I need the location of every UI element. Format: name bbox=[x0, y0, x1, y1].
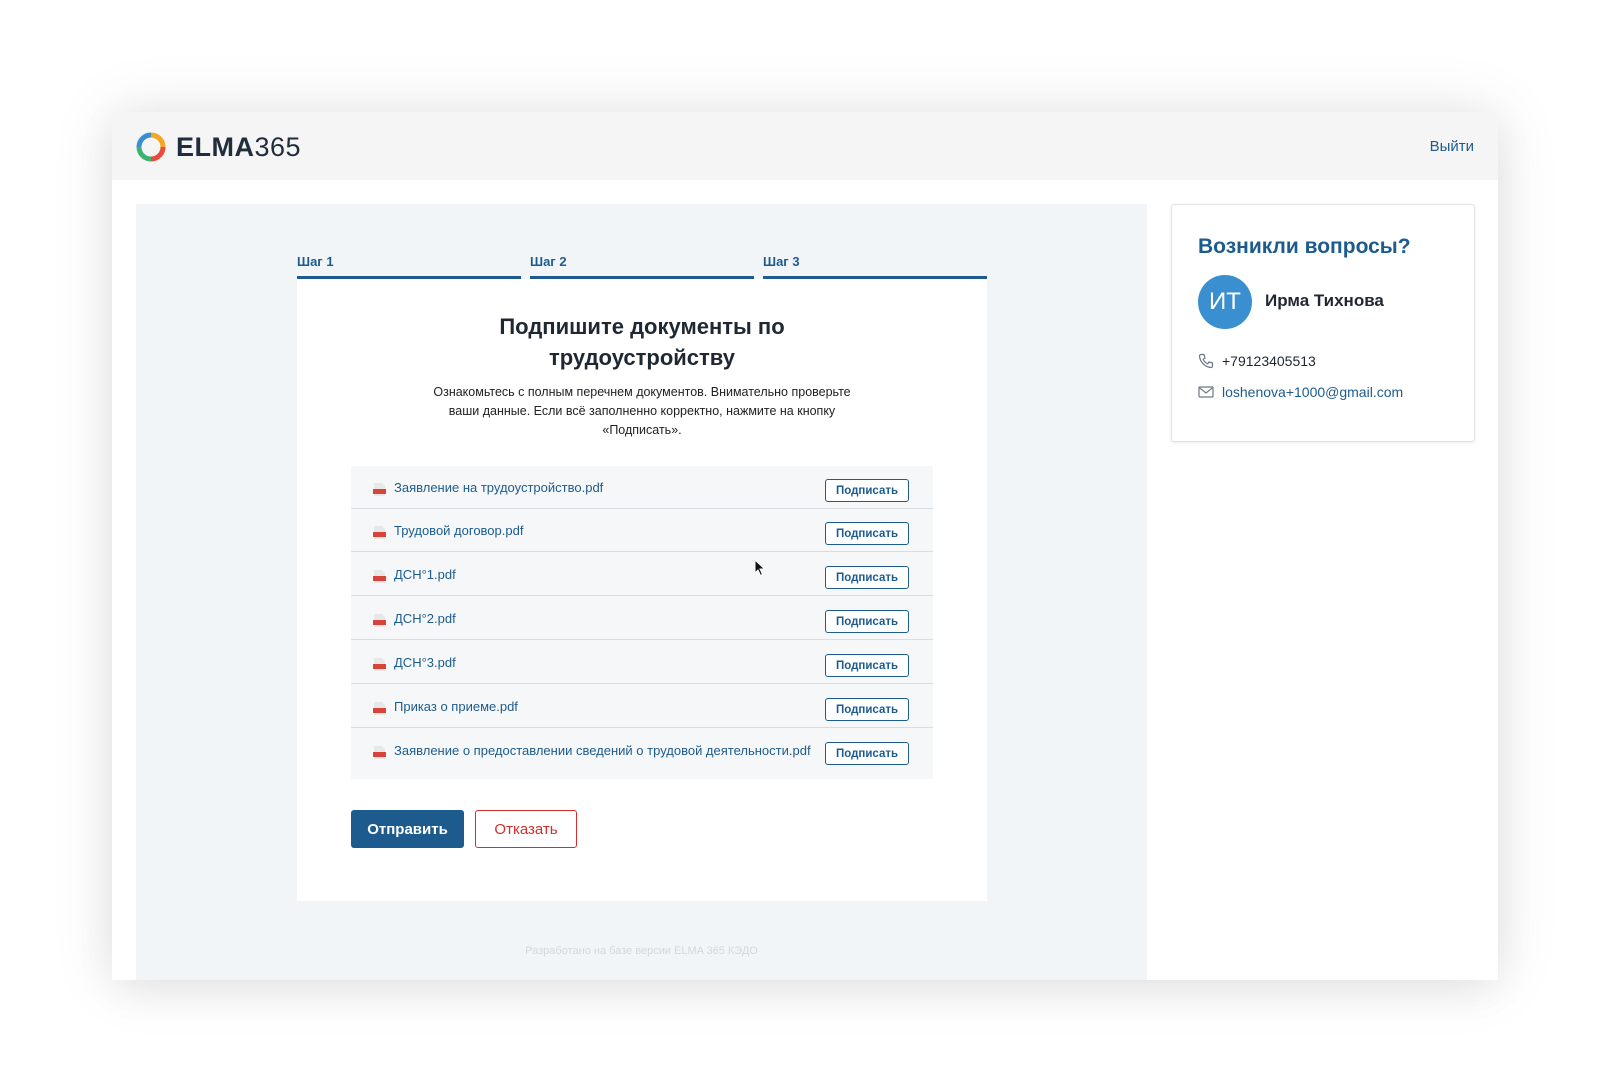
phone-icon bbox=[1198, 353, 1214, 369]
document-link[interactable]: Заявление о предоставлении сведений о тр… bbox=[394, 743, 811, 758]
instructions-text: Ознакомьтесь с полным перечнем документо… bbox=[433, 385, 851, 437]
email-row: loshenova+1000@gmail.com bbox=[1198, 384, 1403, 400]
phone-row: +79123405513 bbox=[1198, 353, 1316, 369]
sign-button[interactable]: Подписать bbox=[825, 522, 909, 545]
pdf-file-icon bbox=[373, 702, 386, 715]
sign-button[interactable]: Подписать bbox=[825, 654, 909, 677]
phone-number: +79123405513 bbox=[1222, 353, 1316, 369]
document-link[interactable]: ДСН°2.pdf bbox=[394, 611, 456, 626]
document-link[interactable]: ДСН°3.pdf bbox=[394, 655, 456, 670]
document-link[interactable]: Трудовой договор.pdf bbox=[394, 523, 523, 538]
mail-icon bbox=[1198, 386, 1214, 398]
contact-title: Возникли вопросы? bbox=[1198, 235, 1411, 258]
pdf-file-icon bbox=[373, 483, 386, 496]
step-label: Шаг 2 bbox=[530, 254, 567, 269]
step-3[interactable]: Шаг 3 bbox=[763, 254, 987, 279]
document-row: Приказ о приеме.pdf Подписать bbox=[351, 685, 933, 728]
logo[interactable]: ELMA365 bbox=[136, 132, 301, 162]
step-label: Шаг 1 bbox=[297, 254, 334, 269]
pdf-file-icon bbox=[373, 614, 386, 627]
document-link[interactable]: Приказ о приеме.pdf bbox=[394, 699, 518, 714]
document-row: ДСН°3.pdf Подписать bbox=[351, 641, 933, 684]
logo-text: ELMA365 bbox=[176, 132, 302, 162]
document-row: ДСН°2.pdf Подписать bbox=[351, 597, 933, 640]
step-label: Шаг 3 bbox=[763, 254, 800, 269]
sign-button[interactable]: Подписать bbox=[825, 479, 909, 502]
document-link[interactable]: ДСН°1.pdf bbox=[394, 567, 456, 582]
step-1[interactable]: Шаг 1 bbox=[297, 254, 521, 279]
email-link[interactable]: loshenova+1000@gmail.com bbox=[1222, 384, 1403, 400]
document-link[interactable]: Заявление на трудоустройство.pdf bbox=[394, 480, 603, 495]
footer-note: Разработано на базе версии ELMA 365 КЭДО bbox=[525, 945, 758, 957]
pdf-file-icon bbox=[373, 570, 386, 583]
document-row: Заявление на трудоустройство.pdf Подписа… bbox=[351, 466, 933, 509]
avatar: ИТ bbox=[1198, 275, 1252, 329]
pdf-file-icon bbox=[373, 526, 386, 539]
stepper: Шаг 1 Шаг 2 Шаг 3 bbox=[297, 254, 987, 279]
refuse-button[interactable]: Отказать bbox=[475, 810, 577, 848]
sign-button[interactable]: Подписать bbox=[825, 742, 909, 765]
document-row: Заявление о предоставлении сведений о тр… bbox=[351, 729, 933, 772]
top-bar: ELMA365 Выйти bbox=[112, 112, 1498, 180]
step-2[interactable]: Шаг 2 bbox=[530, 254, 754, 279]
sign-button[interactable]: Подписать bbox=[825, 610, 909, 633]
page-title: Подпишите документы по трудоустройству bbox=[499, 314, 785, 370]
mouse-cursor-icon bbox=[754, 559, 766, 577]
sign-button[interactable]: Подписать bbox=[825, 566, 909, 589]
contact-card: Возникли вопросы? ИТ Ирма Тихнова +79123… bbox=[1171, 204, 1475, 442]
documents-list: Заявление на трудоустройство.pdf Подписа… bbox=[351, 466, 933, 779]
pdf-file-icon bbox=[373, 746, 386, 759]
document-row: ДСН°1.pdf Подписать bbox=[351, 553, 933, 596]
documents-card: Подпишите документы по трудоустройству О… bbox=[297, 279, 987, 901]
elma-logo-icon bbox=[136, 132, 166, 162]
send-button[interactable]: Отправить bbox=[351, 810, 464, 848]
document-row: Трудовой договор.pdf Подписать bbox=[351, 509, 933, 552]
contact-name: Ирма Тихнова bbox=[1265, 291, 1384, 310]
logout-link[interactable]: Выйти bbox=[1430, 138, 1474, 155]
app-window: ELMA365 Выйти Шаг 1 Шаг 2 Шаг 3 Подпишит… bbox=[112, 112, 1498, 980]
sign-button[interactable]: Подписать bbox=[825, 698, 909, 721]
main-panel: Шаг 1 Шаг 2 Шаг 3 Подпишите документы по… bbox=[136, 204, 1147, 980]
pdf-file-icon bbox=[373, 658, 386, 671]
